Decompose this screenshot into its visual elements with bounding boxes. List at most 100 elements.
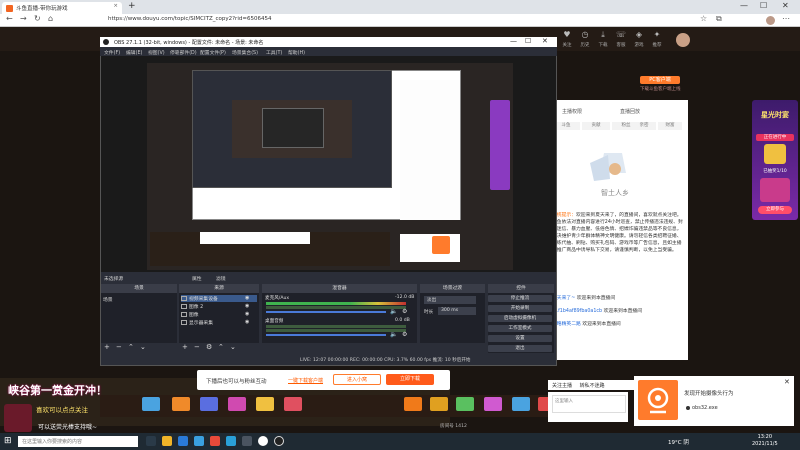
source-settings-icon[interactable]: ⚙ (206, 343, 212, 351)
windows-start-icon[interactable]: ⊞ (4, 436, 12, 446)
gift-icon[interactable] (200, 397, 218, 411)
app-icon[interactable] (242, 436, 252, 446)
ad-join-button[interactable]: 立即参与 (758, 206, 792, 214)
chat-input[interactable]: 这里输入 (552, 395, 626, 413)
add-scene-icon[interactable]: + (104, 343, 110, 351)
move-up-icon[interactable]: ⌃ (128, 343, 134, 351)
profile-avatar[interactable] (766, 16, 775, 25)
menu-file[interactable]: 文件(F) (104, 49, 120, 56)
taskbar-search[interactable]: 在这里输入你要搜索的内容 (18, 436, 138, 447)
home-icon[interactable]: ⌂ (48, 14, 53, 23)
volume-slider[interactable] (266, 334, 386, 336)
visibility-eye-icon[interactable]: ◉ (245, 295, 249, 301)
gift-icon[interactable] (228, 397, 246, 411)
gift-icon[interactable] (430, 397, 448, 411)
stop-stream-button[interactable]: 停止推流 (488, 295, 552, 302)
pc-client-button[interactable]: PC客户端 (640, 76, 680, 84)
duration-input[interactable]: 300 ms (438, 307, 476, 315)
edge-icon[interactable] (178, 436, 188, 446)
gift-icon[interactable] (284, 397, 302, 411)
add-source-icon[interactable]: + (182, 343, 188, 351)
gift-icon[interactable] (172, 397, 190, 411)
subtab-4[interactable]: 财富 (658, 122, 682, 130)
enter-room-button[interactable]: 进入小窝 (333, 374, 381, 385)
virtual-camera-button[interactable]: 启动虚拟摄像机 (488, 315, 552, 322)
studio-mode-button[interactable]: 工作室模式 (488, 325, 552, 332)
visibility-eye-icon[interactable]: ◉ (245, 303, 249, 309)
remove-scene-icon[interactable]: − (116, 343, 122, 351)
obs-close-button[interactable]: ✕ (542, 37, 548, 45)
menu-profile[interactable]: 配置文件(P) (200, 49, 226, 56)
start-recording-button[interactable]: 开始录制 (488, 305, 552, 312)
notification-close-icon[interactable]: ✕ (784, 378, 790, 386)
chat-user[interactable]: 01f1b4af89fba0a1cb (552, 309, 602, 314)
game-icon[interactable]: ◈ (632, 30, 646, 39)
exit-button[interactable]: 退出 (488, 345, 552, 352)
service-icon[interactable]: ☏ (614, 30, 628, 39)
speaker-icon[interactable]: 🔈 (390, 331, 397, 338)
download-now-button[interactable]: 立即下载 (386, 374, 434, 385)
follow-icon[interactable]: ♥ (560, 30, 574, 39)
forward-icon[interactable]: → (20, 14, 27, 23)
properties-button[interactable]: 属性 (192, 275, 202, 282)
obs-minimize-button[interactable]: — (510, 37, 517, 45)
menu-help[interactable]: 帮助(H) (288, 49, 305, 56)
gift-icon[interactable] (512, 397, 530, 411)
tab-close-icon[interactable]: × (113, 3, 118, 9)
filters-button[interactable]: 滤镜 (216, 275, 226, 282)
remove-source-icon[interactable]: − (194, 343, 200, 351)
gear-icon[interactable]: ⚙ (402, 331, 407, 338)
menu-tools[interactable]: 工具(T) (266, 49, 282, 56)
app-icon[interactable] (210, 436, 220, 446)
volume-slider[interactable] (266, 311, 386, 313)
back-icon[interactable]: ← (6, 14, 13, 23)
subtab-3[interactable]: 亲密 (632, 122, 656, 130)
taskbar-clock[interactable]: 13:20 2021/11/5 (752, 434, 778, 448)
menu-view[interactable]: 视图(V) (148, 49, 165, 56)
move-down-icon[interactable]: ⌄ (230, 343, 236, 351)
tab-anchor-rights[interactable]: 主播权限 (562, 108, 582, 115)
gift-icon[interactable] (256, 397, 274, 411)
source-item[interactable]: 图像 (181, 311, 199, 318)
favorites-icon[interactable]: ☆ (700, 14, 707, 23)
visibility-eye-icon[interactable]: ◉ (245, 311, 249, 317)
tab-replay[interactable]: 直播回放 (620, 108, 640, 115)
visibility-eye-icon[interactable]: ◉ (245, 319, 249, 325)
user-avatar[interactable] (676, 33, 690, 47)
reload-icon[interactable]: ↻ (34, 14, 41, 23)
browser-icon[interactable] (226, 436, 236, 446)
scene-item[interactable]: 场景 (103, 296, 113, 303)
settings-button[interactable]: 设置 (488, 335, 552, 342)
url-field[interactable]: https://www.douyu.com/topic/SIMCITZ_copy… (108, 16, 408, 25)
chrome-icon[interactable] (258, 436, 268, 446)
obs-maximize-button[interactable]: ☐ (525, 37, 531, 45)
menu-edit[interactable]: 编辑(E) (126, 49, 142, 56)
menu-docks[interactable]: 停靠部件(D) (170, 49, 197, 56)
move-down-icon[interactable]: ⌄ (140, 343, 146, 351)
move-up-icon[interactable]: ⌃ (218, 343, 224, 351)
maximize-button[interactable]: ☐ (760, 1, 767, 10)
download-client-link[interactable]: 一键下载客户端 (288, 377, 323, 384)
transition-select[interactable]: 淡出 (424, 296, 476, 304)
speaker-icon[interactable]: 🔈 (390, 308, 397, 315)
weather-widget[interactable]: 19°C 阴 (668, 438, 689, 446)
history-icon[interactable]: ◷ (578, 30, 592, 39)
subtab-1[interactable]: 贡献 (582, 122, 610, 130)
obs-taskbar-icon[interactable] (274, 436, 284, 446)
source-item[interactable]: 显示器采集 (181, 319, 213, 326)
browser-tab[interactable]: 斗鱼直播-带你玩游戏 × (2, 2, 122, 14)
recommend-icon[interactable]: ✦ (650, 30, 664, 39)
collections-icon[interactable]: ⧉ (716, 14, 722, 24)
new-tab-button[interactable]: + (128, 1, 136, 11)
download-icon[interactable]: ⤓ (596, 30, 610, 40)
minimize-button[interactable]: — (740, 1, 748, 10)
task-view-icon[interactable] (146, 436, 156, 446)
gift-icon[interactable] (456, 397, 474, 411)
menu-scene-collection[interactable]: 场景集合(S) (232, 49, 258, 56)
more-icon[interactable]: ⋯ (782, 14, 790, 23)
store-icon[interactable] (194, 436, 204, 446)
follow-label[interactable]: 关注主播 (552, 383, 572, 389)
gift-icon[interactable] (404, 397, 422, 411)
source-item[interactable]: 图像 2 (181, 303, 203, 310)
gear-icon[interactable]: ⚙ (402, 308, 407, 315)
